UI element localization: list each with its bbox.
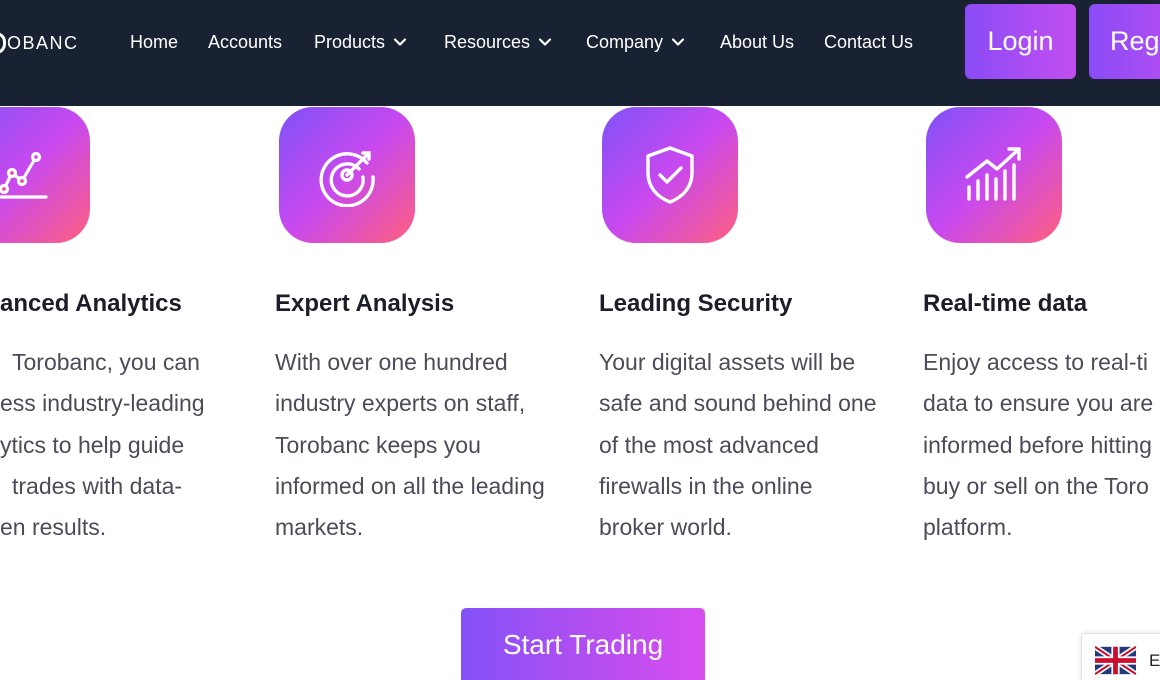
logo[interactable]: OBANC	[0, 30, 79, 56]
nav-label: Resources	[444, 31, 531, 52]
shield-check-icon	[602, 107, 738, 243]
feature-line: Your digital assets will be	[599, 349, 856, 375]
feature-line: of the most advanced	[599, 431, 819, 458]
feature-line: Enjoy access to real-ti	[923, 349, 1148, 375]
language-code: E	[1149, 651, 1160, 670]
feature-line: broker world.	[599, 514, 732, 541]
nav-products[interactable]: Products	[314, 30, 407, 54]
feature-line: Torobanc, you can	[12, 349, 200, 375]
nav-label: Products	[314, 31, 386, 52]
feature-line: en results.	[0, 514, 107, 541]
chevron-down-icon	[393, 35, 407, 49]
feature-line: markets.	[275, 514, 364, 541]
feature-line: platform.	[923, 514, 1013, 541]
feature-title: Expert Analysis	[275, 290, 455, 317]
nav-label: Contact Us	[824, 31, 914, 52]
nav-resources[interactable]: Resources	[444, 30, 552, 54]
chevron-down-icon	[671, 35, 685, 49]
language-selector[interactable]: E	[1081, 633, 1160, 680]
feature-description: Your digital assets will be safe and sou…	[599, 342, 899, 548]
feature-line: informed on all the leading	[275, 472, 545, 499]
nav-company[interactable]: Company	[586, 30, 685, 54]
radar-target-icon	[279, 107, 415, 243]
nav-label: Accounts	[208, 31, 283, 52]
feature-line: data to ensure you are	[923, 390, 1154, 417]
feature-line: With over one hundred	[275, 349, 508, 375]
logo-mark-icon	[0, 32, 6, 54]
site-header: OBANC Home Accounts Products Resources C…	[0, 0, 1160, 106]
feature-description: Enjoy access to real-ti data to ensure y…	[923, 342, 1160, 548]
growth-bars-icon	[926, 107, 1062, 243]
nav-label: Home	[130, 31, 179, 52]
nav-label: About Us	[720, 31, 795, 52]
chevron-down-icon	[538, 35, 552, 49]
nav-label: Company	[586, 31, 664, 52]
start-trading-button[interactable]: Start Trading	[461, 608, 705, 680]
nav-about-us[interactable]: About Us	[720, 30, 794, 54]
feature-line: informed before hitting	[923, 431, 1152, 458]
register-button[interactable]: Reg	[1089, 4, 1160, 79]
feature-description: Torobanc, you can ess industry-leading y…	[0, 342, 300, 548]
feature-title: Leading Security	[599, 290, 793, 317]
feature-description: With over one hundred industry experts o…	[275, 342, 575, 548]
nav-accounts[interactable]: Accounts	[208, 30, 282, 54]
login-button[interactable]: Login	[965, 4, 1076, 79]
feature-line: Torobanc keeps you	[275, 431, 481, 458]
analytics-chart-icon	[0, 107, 90, 243]
feature-line: industry experts on staff,	[275, 390, 526, 417]
feature-title: Real-time data	[923, 290, 1088, 317]
feature-line: ess industry-leading	[0, 390, 205, 417]
feature-line: ytics to help guide	[0, 431, 185, 458]
feature-line: safe and sound behind one	[599, 390, 877, 417]
feature-line: trades with data-	[12, 472, 183, 499]
nav-contact-us[interactable]: Contact Us	[824, 30, 913, 54]
uk-flag-icon	[1093, 644, 1138, 677]
feature-line: buy or sell on the Toro	[923, 472, 1149, 499]
feature-line: firewalls in the online	[599, 472, 813, 499]
logo-text: OBANC	[7, 32, 79, 53]
feature-title: anced Analytics	[0, 290, 182, 317]
nav-home[interactable]: Home	[130, 30, 178, 54]
